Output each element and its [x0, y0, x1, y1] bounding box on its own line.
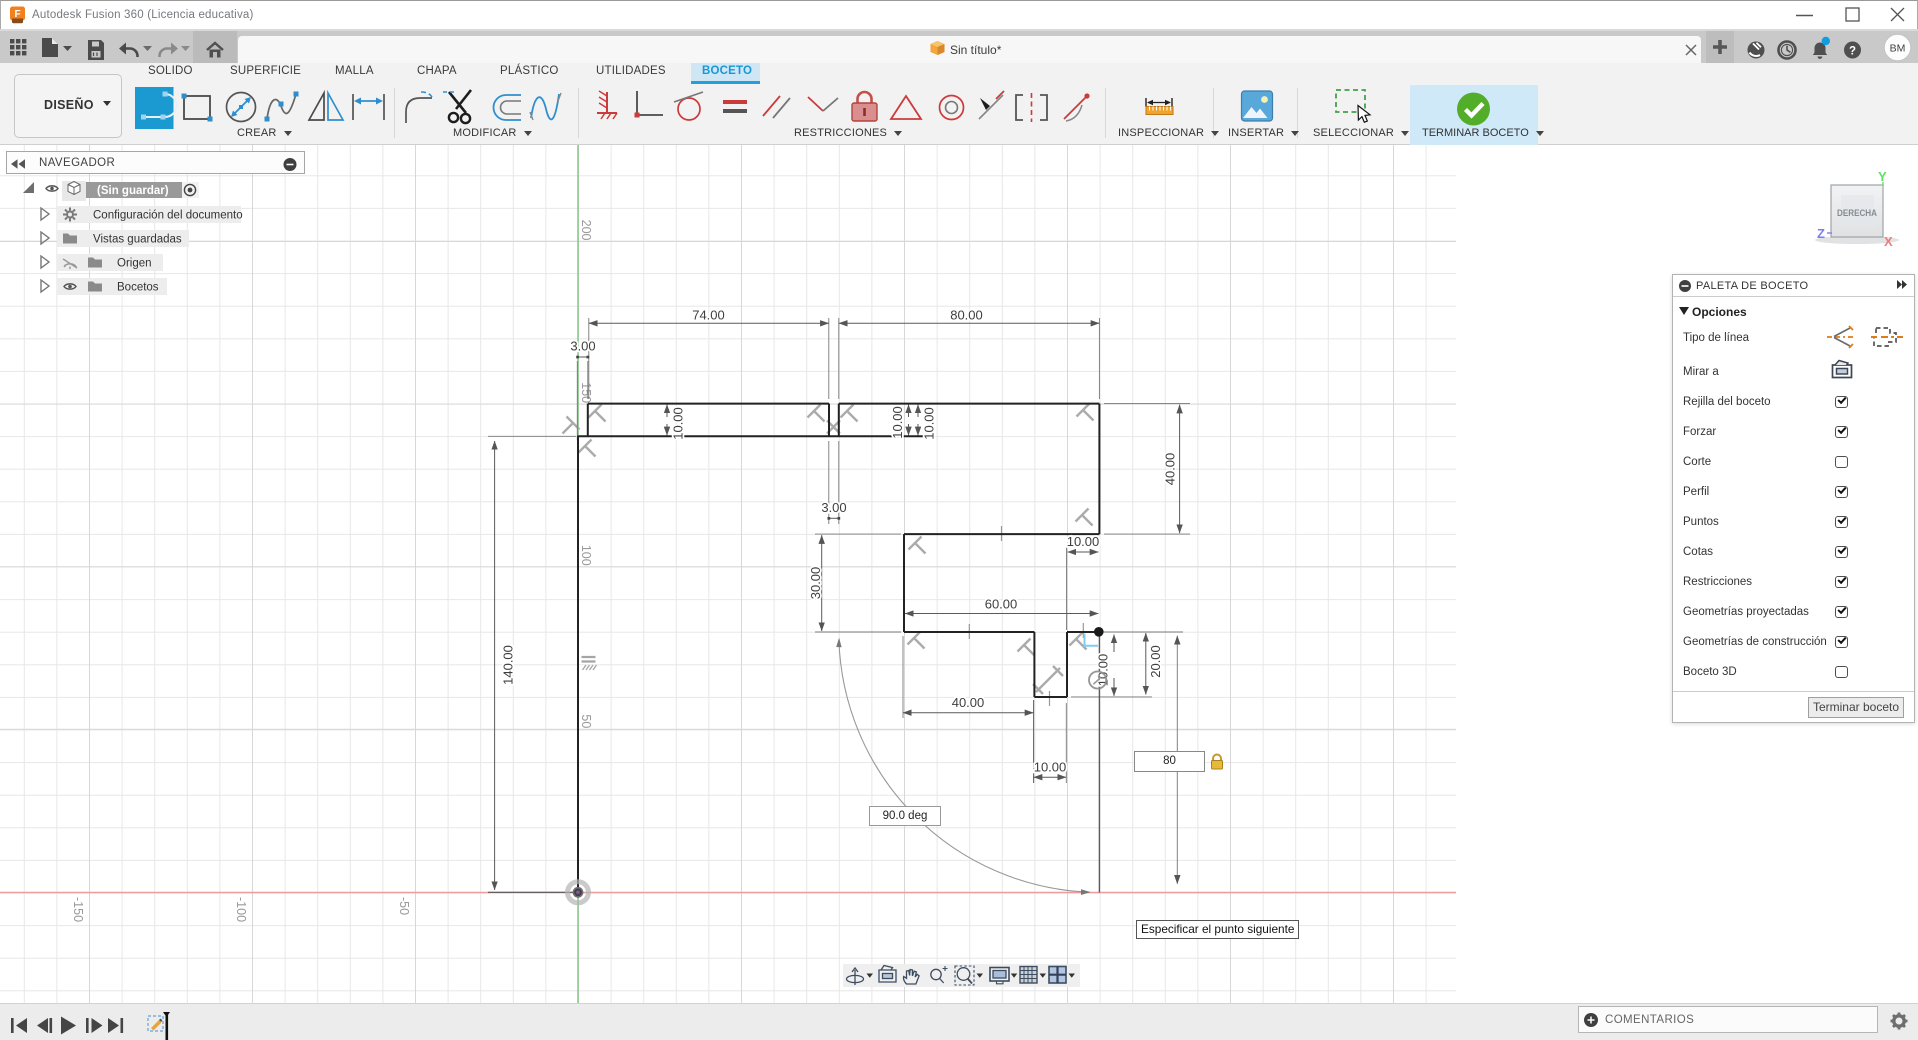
svg-text:10.00: 10.00: [922, 407, 937, 440]
svg-text:140.00: 140.00: [501, 645, 516, 685]
svg-text:3.00: 3.00: [821, 500, 846, 515]
svg-text:-50: -50: [397, 897, 411, 915]
svg-text:10.00: 10.00: [890, 406, 905, 439]
svg-text:(Sin guardar): (Sin guardar): [97, 185, 169, 197]
svg-text:40.00: 40.00: [1163, 453, 1178, 486]
svg-text:30.00: 30.00: [808, 567, 823, 600]
svg-text:20.00: 20.00: [1148, 645, 1163, 678]
svg-text:Vistas guardadas: Vistas guardadas: [93, 234, 182, 246]
svg-text:?: ?: [1849, 46, 1856, 58]
svg-text:Configuración del documento: Configuración del documento: [93, 210, 243, 222]
svg-text:60.00: 60.00: [985, 597, 1018, 612]
svg-text:Origen: Origen: [117, 258, 152, 270]
svg-text:Y: Y: [1878, 169, 1887, 184]
svg-text:DERECHA: DERECHA: [1837, 208, 1877, 218]
svg-text:80.00: 80.00: [950, 308, 983, 323]
svg-text:10.00: 10.00: [1034, 760, 1067, 775]
svg-text:10.00: 10.00: [671, 407, 686, 440]
svg-text:-150: -150: [71, 897, 85, 922]
svg-text:F: F: [14, 9, 20, 20]
svg-text:200: 200: [579, 220, 593, 241]
svg-text:100: 100: [579, 545, 593, 566]
svg-text:3.00: 3.00: [570, 339, 595, 354]
svg-text:10.00: 10.00: [1096, 654, 1111, 687]
svg-text:150: 150: [579, 382, 593, 403]
svg-text:Bocetos: Bocetos: [117, 282, 159, 294]
svg-text:50: 50: [579, 714, 593, 728]
svg-text:-100: -100: [234, 897, 248, 922]
svg-text:BM: BM: [1890, 43, 1906, 55]
svg-text:Z: Z: [1817, 226, 1825, 241]
svg-text:X: X: [1884, 234, 1893, 249]
svg-text:40.00: 40.00: [952, 695, 985, 710]
svg-text:10.00: 10.00: [1067, 534, 1100, 549]
svg-text:74.00: 74.00: [692, 308, 725, 323]
